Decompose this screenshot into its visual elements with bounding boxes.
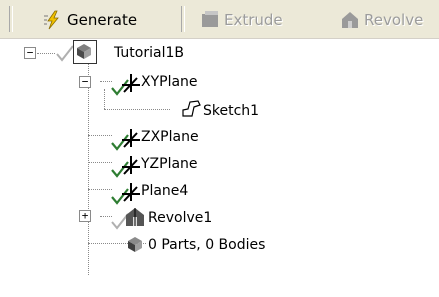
- revolve-feature-icon: [126, 208, 144, 226]
- parts-icon: [128, 237, 142, 252]
- tree-item-xyplane[interactable]: XYPlane: [141, 73, 198, 91]
- toolbar-separator: [181, 6, 185, 32]
- part-icon: [77, 44, 91, 59]
- tree-connector: [37, 53, 55, 54]
- plane-axes-icon: [122, 183, 140, 202]
- extrude-button[interactable]: Extrude: [199, 9, 283, 31]
- tree-item-yzplane[interactable]: YZPlane: [141, 155, 198, 173]
- lightning-icon: [44, 10, 59, 30]
- generate-button[interactable]: Generate: [42, 9, 137, 31]
- tree-item-zxplane[interactable]: ZXPlane: [141, 128, 199, 146]
- plane-axes-icon: [122, 74, 140, 93]
- tree-item-plane4[interactable]: Plane4: [141, 182, 188, 200]
- revolve-icon: [342, 12, 358, 28]
- expand-toggle[interactable]: +: [79, 210, 91, 222]
- tree-item-tutorial1b[interactable]: Tutorial1B: [114, 44, 184, 62]
- extrude-icon: [202, 11, 218, 27]
- extrude-label: Extrude: [224, 11, 283, 29]
- generate-label: Generate: [67, 11, 138, 29]
- feature-toolbar: Generate Extrude Revolve: [0, 0, 439, 39]
- tree-item-sketch1[interactable]: Sketch1: [203, 102, 259, 120]
- model-tree: − Tutorial1B − XYPlane Sketch1 ZXPlane Y…: [0, 38, 439, 297]
- revolve-button[interactable]: Revolve: [339, 9, 423, 31]
- plane-axes-icon: [122, 156, 140, 175]
- sketch-icon: [182, 100, 201, 117]
- tree-connector: [104, 109, 170, 110]
- tree-item-parts[interactable]: 0 Parts, 0 Bodies: [148, 236, 265, 254]
- revolve-label: Revolve: [364, 11, 424, 29]
- collapse-toggle[interactable]: −: [24, 47, 36, 59]
- toolbar-separator: [9, 6, 13, 32]
- plane-axes-icon: [122, 129, 140, 148]
- tree-item-revolve1[interactable]: Revolve1: [148, 209, 212, 227]
- collapse-toggle[interactable]: −: [79, 76, 91, 88]
- tree-connector: [104, 89, 105, 109]
